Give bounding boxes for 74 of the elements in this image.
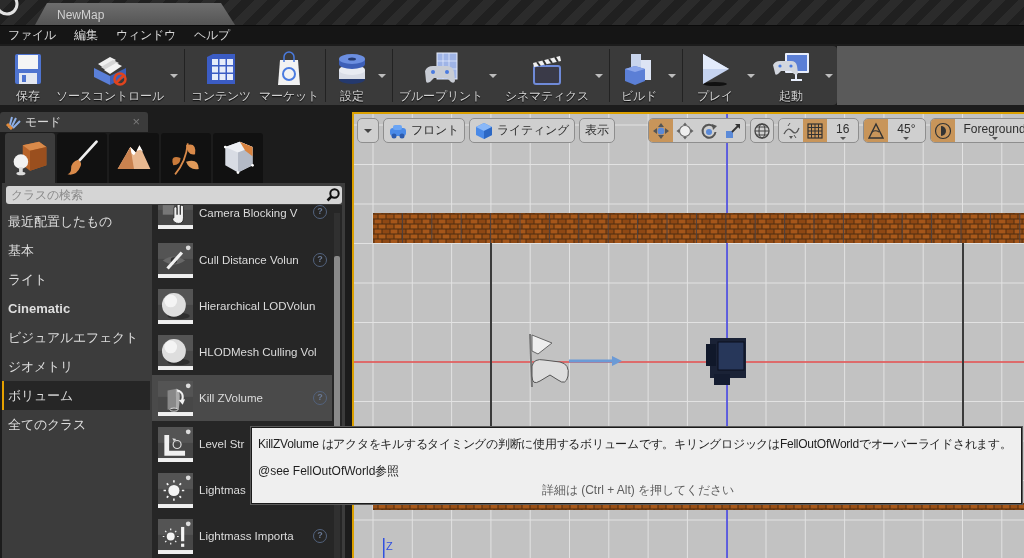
surface-snap-icon — [782, 121, 800, 140]
axis-line — [383, 538, 385, 558]
class-item[interactable]: Lightmass Importa ? — [152, 513, 332, 558]
category-item[interactable]: 全てのクラス — [2, 410, 150, 439]
toolbar-button[interactable]: マーケット — [255, 46, 323, 105]
angle-icon — [867, 121, 886, 140]
view-options-button[interactable] — [357, 118, 379, 143]
toolbar-button[interactable]: 設定 — [328, 46, 390, 105]
menu-item[interactable]: 編集 — [74, 27, 98, 43]
mode-tab[interactable] — [213, 133, 263, 183]
toolbar-button[interactable]: ビルド — [612, 46, 680, 105]
circle-arrows-icon — [676, 121, 694, 140]
category-item[interactable]: ビジュアルエフェクト — [2, 323, 150, 352]
grid-icon — [806, 121, 824, 140]
toolbar-button[interactable]: ソースコントロール — [52, 46, 182, 105]
toolbar-button[interactable]: 起動 — [759, 46, 837, 105]
toolbar-button[interactable]: コンテンツ — [187, 46, 255, 105]
toolbar-button[interactable]: シネマティクス — [501, 46, 607, 105]
rotation-angle-dropdown[interactable]: 45° — [888, 119, 925, 142]
document-tab[interactable]: NewMap — [35, 3, 235, 25]
cube-icon — [475, 121, 493, 140]
class-item[interactable]: Cull Distance Volun ? — [152, 237, 332, 283]
category-item[interactable]: 最近配置したもの — [2, 207, 150, 236]
caret-icon — [839, 136, 846, 140]
grid-size-dropdown[interactable]: 16 — [827, 119, 859, 142]
panel-tab[interactable]: モード × — [0, 112, 148, 132]
scale-icon — [724, 121, 742, 140]
mode-tab[interactable] — [5, 133, 55, 183]
search-field[interactable]: クラスの検索 — [6, 186, 342, 204]
tooltip-text: KillZVolume はアクタをキルするタイミングの判断に使用するボリュームです。キリングロジックはFellOutOfWorldでオーバーライドされます。 — [258, 436, 1013, 452]
category-item[interactable]: 基本 — [2, 236, 150, 265]
coordinate-space-button[interactable] — [750, 118, 774, 143]
layer-toggle[interactable] — [930, 119, 955, 142]
mode-tab[interactable] — [109, 133, 159, 183]
layer-dropdown[interactable]: Foreground — [954, 119, 1024, 142]
sun-exclamation-icon — [158, 518, 193, 554]
direction-arrow — [569, 356, 622, 366]
tooltip-note: @see FellOutOfWorld参照 — [258, 463, 401, 479]
eye-pencil-icon — [158, 242, 193, 278]
category-item[interactable]: ジオメトリ — [2, 352, 150, 381]
toolbar-button[interactable]: プレイ — [685, 46, 759, 105]
axis-label: Z — [386, 540, 393, 552]
cylinder-arrow-icon — [158, 380, 193, 416]
class-item[interactable]: Kill ZVolume ? — [152, 375, 332, 421]
brush-fan-icon — [5, 114, 21, 130]
viewport-menu-button[interactable]: ライティング — [469, 118, 575, 143]
mode-tab[interactable] — [161, 133, 211, 183]
rotate-icon — [700, 121, 718, 140]
globe-icon — [753, 121, 771, 140]
half-disc-icon — [933, 121, 952, 140]
search-icon[interactable] — [326, 188, 340, 202]
toolbar-button[interactable]: 保存 — [4, 46, 52, 105]
class-item[interactable]: HLODMesh Culling Vol — [152, 329, 332, 375]
mode-tab[interactable] — [57, 133, 107, 183]
category-item[interactable]: ボリューム — [2, 381, 150, 410]
cube-sprite-icon — [706, 338, 746, 385]
category-item[interactable]: ライト — [2, 265, 150, 294]
menu-item[interactable]: ウィンドウ — [116, 27, 176, 43]
grid-snap-toggle[interactable] — [803, 119, 827, 142]
category-item[interactable]: Cinematic — [2, 294, 150, 323]
viewport-menu-button[interactable]: フロント — [383, 118, 465, 143]
caret-icon — [903, 136, 910, 140]
caret-icon — [364, 128, 372, 133]
class-item[interactable]: Hierarchical LODVolun — [152, 283, 332, 329]
viewport-menu-button[interactable]: 表示 — [579, 118, 615, 143]
menu-item[interactable]: ファイル — [8, 27, 56, 43]
caret-icon — [991, 136, 998, 140]
tooltip-hint: 詳細は (Ctrl + Alt) を押してください — [540, 482, 736, 498]
class-item[interactable]: Camera Blocking V ? — [152, 205, 332, 237]
move-icon — [652, 121, 670, 140]
sun-icon — [158, 472, 193, 508]
rotation-snap-toggle[interactable] — [864, 119, 889, 142]
toolbar-button[interactable]: ブループリント — [395, 46, 501, 105]
menu-item[interactable]: ヘルプ — [194, 27, 230, 43]
